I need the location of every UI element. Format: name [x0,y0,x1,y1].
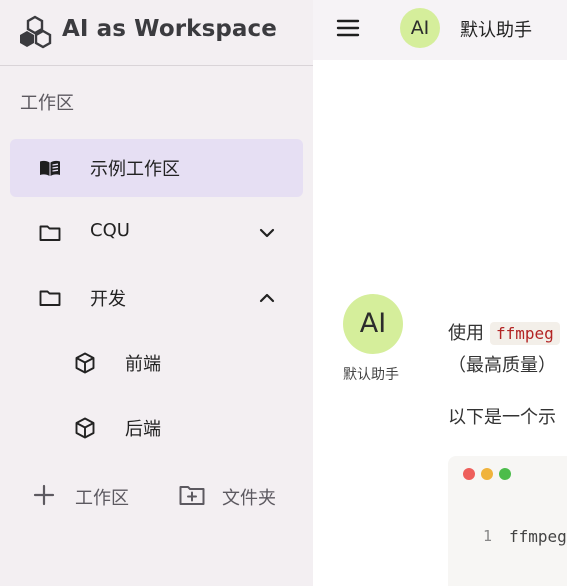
message-text-line: 以下是一个示 [448,407,556,428]
message-author: 默认助手 [343,367,399,383]
sidebar-item-label: 示例工作区 [90,159,180,180]
sidebar-item-label: 前端 [125,354,161,375]
sidebar-item-cqu[interactable]: CQU [10,204,303,262]
message-avatar: AI [343,294,403,354]
message-text: 使用 [448,323,484,344]
assistant-name: 默认助手 [460,20,532,41]
message-text-line: 使用 ffmpeg [448,319,560,345]
sidebar: AI as Workspace 工作区 示例工作区 CQU 开发 前端 后端 工… [0,0,313,586]
sidebar-add-actions: 工作区 文件夹 [0,470,313,520]
add-workspace-label: 工作区 [75,488,129,509]
sidebar-item-label: CQU [90,220,130,241]
code-line-number: 1 [483,527,493,545]
chevron-down-icon[interactable] [255,221,279,245]
inline-code: ffmpeg [490,322,560,345]
window-dot-green-icon [499,468,511,480]
hexagon-cluster-logo-icon [20,15,52,49]
hamburger-menu-icon[interactable] [335,15,361,41]
code-block: 1 ffmpeg [448,456,567,586]
chat-header: AI 默认助手 [313,0,567,60]
workspace-section-label: 工作区 [20,93,74,114]
plus-icon [33,484,55,506]
code-line: ffmpeg [509,527,567,546]
assistant-avatar[interactable]: AI [400,8,440,48]
cube-icon [75,417,95,439]
folder-icon [39,225,61,241]
sidebar-item-label: 后端 [125,419,161,440]
window-dot-yellow-icon [481,468,493,480]
chevron-up-icon[interactable] [255,286,279,310]
app-title: AI as Workspace [62,16,277,42]
brand-header: AI as Workspace [0,0,313,66]
sidebar-item-backend[interactable]: 后端 [10,399,303,457]
sidebar-item-frontend[interactable]: 前端 [10,334,303,392]
cube-icon [75,352,95,374]
open-book-icon [40,160,60,176]
sidebar-item-dev[interactable]: 开发 [10,269,303,327]
folder-icon [39,290,61,306]
folder-add-icon [179,486,205,505]
sidebar-item-example-workspace[interactable]: 示例工作区 [10,139,303,197]
add-folder-label: 文件夹 [222,488,276,509]
chat-main: AI 默认助手 AI 默认助手 使用 ffmpeg （最高质量） 以下是一个示 1… [313,0,567,586]
message-text-line: （最高质量） [448,355,556,376]
sidebar-item-label: 开发 [90,289,126,310]
window-dot-red-icon [463,468,475,480]
